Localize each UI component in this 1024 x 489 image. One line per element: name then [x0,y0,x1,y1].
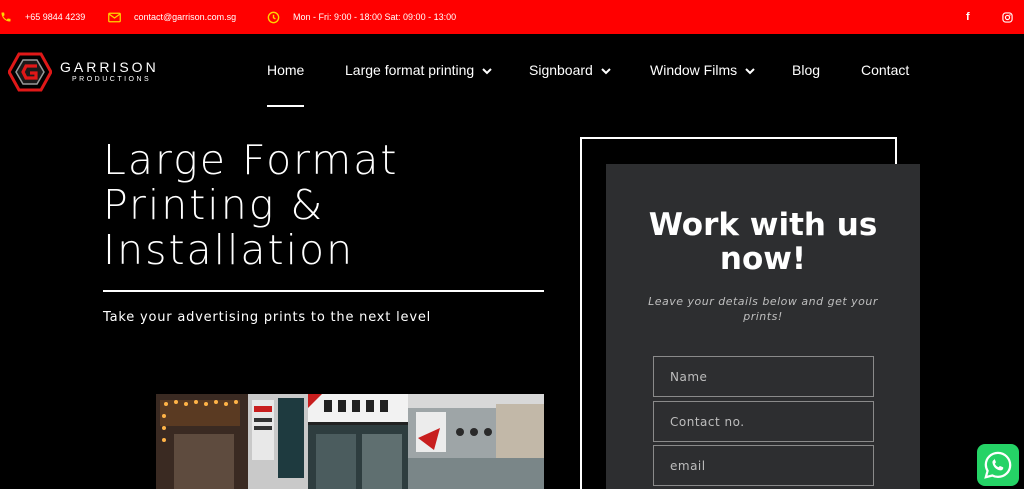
phone-icon [0,0,12,34]
nav-window-films-label: Window Films [650,62,738,78]
topbar-phone[interactable]: +65 9844 4239 [25,0,85,34]
chevron-down-icon [745,62,755,78]
hero-divider [103,290,544,292]
topbar-hours: Mon - Fri: 9:00 - 18:00 Sat: 09:00 - 13:… [293,12,457,22]
nav-window-films[interactable]: Window Films [650,62,755,78]
chevron-down-icon [601,62,611,78]
nav-home[interactable]: Home [267,62,304,78]
storefront-illustration [156,394,544,489]
nav-active-indicator [267,105,304,107]
site-logo[interactable]: GARRISON PRODUCTIONS [8,52,178,92]
site-header: GARRISON PRODUCTIONS Home Large format p… [0,34,1024,114]
nav-signboard[interactable]: Signboard [529,62,611,78]
clock-icon [267,0,280,34]
top-bar: +65 9844 4239 contact@garrison.com.sg Mo… [0,0,1024,34]
logo-subtitle: PRODUCTIONS [72,76,152,83]
hero-title-line: Installation [103,226,355,274]
nav-blog-label: Blog [792,62,821,78]
hero-title-line: Printing & [103,181,325,229]
garrison-logo-icon [8,52,52,92]
contact-number-field[interactable] [653,401,874,442]
form-description: Leave your details below and get your pr… [648,295,878,323]
chevron-down-icon [482,62,492,78]
nav-large-format-printing-label: Large format printing [345,62,475,78]
mail-icon [108,0,121,34]
hero-subtitle: Take your advertising prints to the next… [103,310,432,325]
whatsapp-icon [984,451,1012,479]
name-field[interactable] [653,356,874,397]
facebook-icon[interactable]: f [966,0,970,34]
topbar-email[interactable]: contact@garrison.com.sg [134,0,236,34]
hero-title-line: Large Format [103,136,399,184]
email-field[interactable] [653,445,874,486]
nav-contact[interactable]: Contact [861,62,909,78]
nav-contact-label: Contact [861,62,910,78]
whatsapp-button[interactable] [977,444,1019,486]
hero-title: Large Format Printing & Installation [103,138,543,273]
logo-name: GARRISON [60,59,159,75]
storefront-photo [156,394,544,489]
nav-large-format-printing[interactable]: Large format printing [345,62,492,78]
nav-home-label: Home [267,62,305,78]
nav-signboard-label: Signboard [529,62,593,78]
contact-form-card: Work with us now! Leave your details bel… [606,164,920,489]
form-title: Work with us now! [648,207,878,277]
instagram-icon[interactable] [1002,0,1013,34]
nav-blog[interactable]: Blog [792,62,820,78]
